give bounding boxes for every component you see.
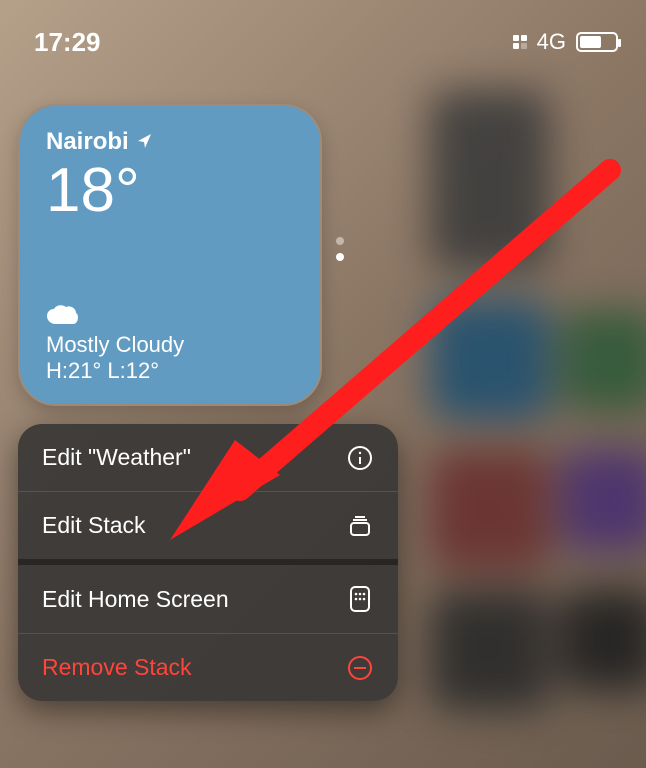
menu-item-label: Edit "Weather" (42, 444, 191, 471)
context-menu: Edit "Weather" Edit Stack Edit Home Scre… (18, 424, 398, 701)
widget-temperature: 18° (46, 158, 294, 223)
stack-page-indicator (336, 237, 344, 261)
cloud-icon (46, 304, 294, 326)
minus-circle-icon (346, 655, 374, 681)
weather-widget[interactable]: Nairobi 18° Mostly Cloudy H:21° L:12° (18, 104, 322, 406)
menu-edit-home-screen[interactable]: Edit Home Screen (18, 565, 398, 633)
menu-item-label: Edit Home Screen (42, 586, 229, 613)
widget-condition: Mostly Cloudy (46, 332, 294, 358)
info-icon (346, 445, 374, 471)
battery-icon (576, 32, 618, 52)
menu-item-label: Edit Stack (42, 512, 146, 539)
widget-hilo: H:21° L:12° (46, 358, 294, 384)
stack-icon (346, 513, 374, 539)
status-time: 17:29 (34, 27, 101, 58)
menu-edit-weather[interactable]: Edit "Weather" (18, 424, 398, 491)
status-indicators: 4G (513, 29, 618, 55)
menu-edit-stack[interactable]: Edit Stack (18, 491, 398, 559)
network-label: 4G (537, 29, 566, 55)
location-arrow-icon (137, 128, 153, 156)
phone-grid-icon (346, 585, 374, 613)
widget-city: Nairobi (46, 128, 294, 156)
menu-item-label: Remove Stack (42, 654, 192, 681)
city-label: Nairobi (46, 128, 129, 156)
signal-icon (513, 35, 527, 49)
menu-remove-stack[interactable]: Remove Stack (18, 633, 398, 701)
status-bar: 17:29 4G (0, 22, 646, 62)
